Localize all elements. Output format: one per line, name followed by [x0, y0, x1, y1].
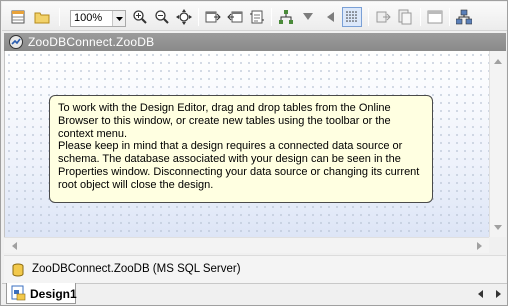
toolbar-separator — [368, 8, 369, 26]
tab-label: Design1 — [30, 287, 77, 301]
new-folder-icon[interactable] — [32, 7, 52, 27]
horizontal-scrollbar[interactable] — [4, 237, 489, 253]
tab-scroll-left-icon[interactable] — [474, 288, 486, 300]
scroll-right-icon[interactable] — [471, 238, 487, 254]
new-table-icon[interactable] — [8, 7, 28, 27]
window-icon[interactable] — [425, 7, 445, 27]
hierarchy-icon[interactable] — [276, 7, 296, 27]
design-editor-window: 100% ZooDBConnect.ZooDB To work with the… — [0, 0, 508, 306]
vertical-scrollbar[interactable] — [489, 51, 506, 237]
datasource-status-bar: ZooDBConnect.ZooDB (MS SQL Server) — [4, 255, 506, 283]
scroll-down-icon[interactable] — [490, 219, 506, 235]
info-message-box: To work with the Design Editor, drag and… — [49, 95, 433, 203]
toolbar-separator — [59, 8, 60, 26]
export-icon[interactable] — [373, 7, 393, 27]
scrollbar-corner — [489, 237, 506, 253]
toolbar-separator — [449, 8, 450, 26]
info-text: To work with the Design Editor, drag and… — [58, 102, 420, 191]
document-icon[interactable] — [395, 7, 415, 27]
tab-design1[interactable]: Design1 — [6, 283, 77, 304]
zoom-in-icon[interactable] — [130, 7, 150, 27]
datasource-label: ZooDBConnect.ZooDB (MS SQL Server) — [32, 263, 241, 275]
toolbar-separator — [420, 8, 421, 26]
design-title: ZooDBConnect.ZooDB — [28, 35, 155, 49]
database-icon — [12, 263, 24, 277]
connection-icon — [8, 34, 24, 50]
arrow-left-icon[interactable] — [320, 7, 340, 27]
toolbar: 100% — [2, 2, 507, 31]
grid-icon[interactable] — [342, 7, 362, 27]
tab-scroll-right-icon[interactable] — [492, 288, 504, 300]
toolbar-separator — [271, 8, 272, 26]
zoom-select[interactable]: 100% — [70, 10, 126, 27]
fit-to-window-icon[interactable] — [174, 7, 194, 27]
design-document-icon — [11, 285, 27, 301]
insert-table-icon[interactable] — [203, 7, 223, 27]
chevron-down-icon[interactable] — [112, 11, 125, 26]
scroll-left-icon[interactable] — [6, 238, 22, 254]
scroll-up-icon[interactable] — [490, 53, 506, 69]
remove-table-icon[interactable] — [225, 7, 245, 27]
design-title-bar: ZooDBConnect.ZooDB — [4, 33, 506, 51]
document-tab-bar: Design1 — [2, 283, 507, 305]
arrow-down-icon[interactable] — [298, 7, 318, 27]
toolbar-separator — [198, 8, 199, 26]
zoom-value: 100% — [74, 12, 103, 24]
zoom-out-icon[interactable] — [152, 7, 172, 27]
refresh-layout-icon[interactable] — [247, 7, 267, 27]
network-icon[interactable] — [454, 7, 474, 27]
